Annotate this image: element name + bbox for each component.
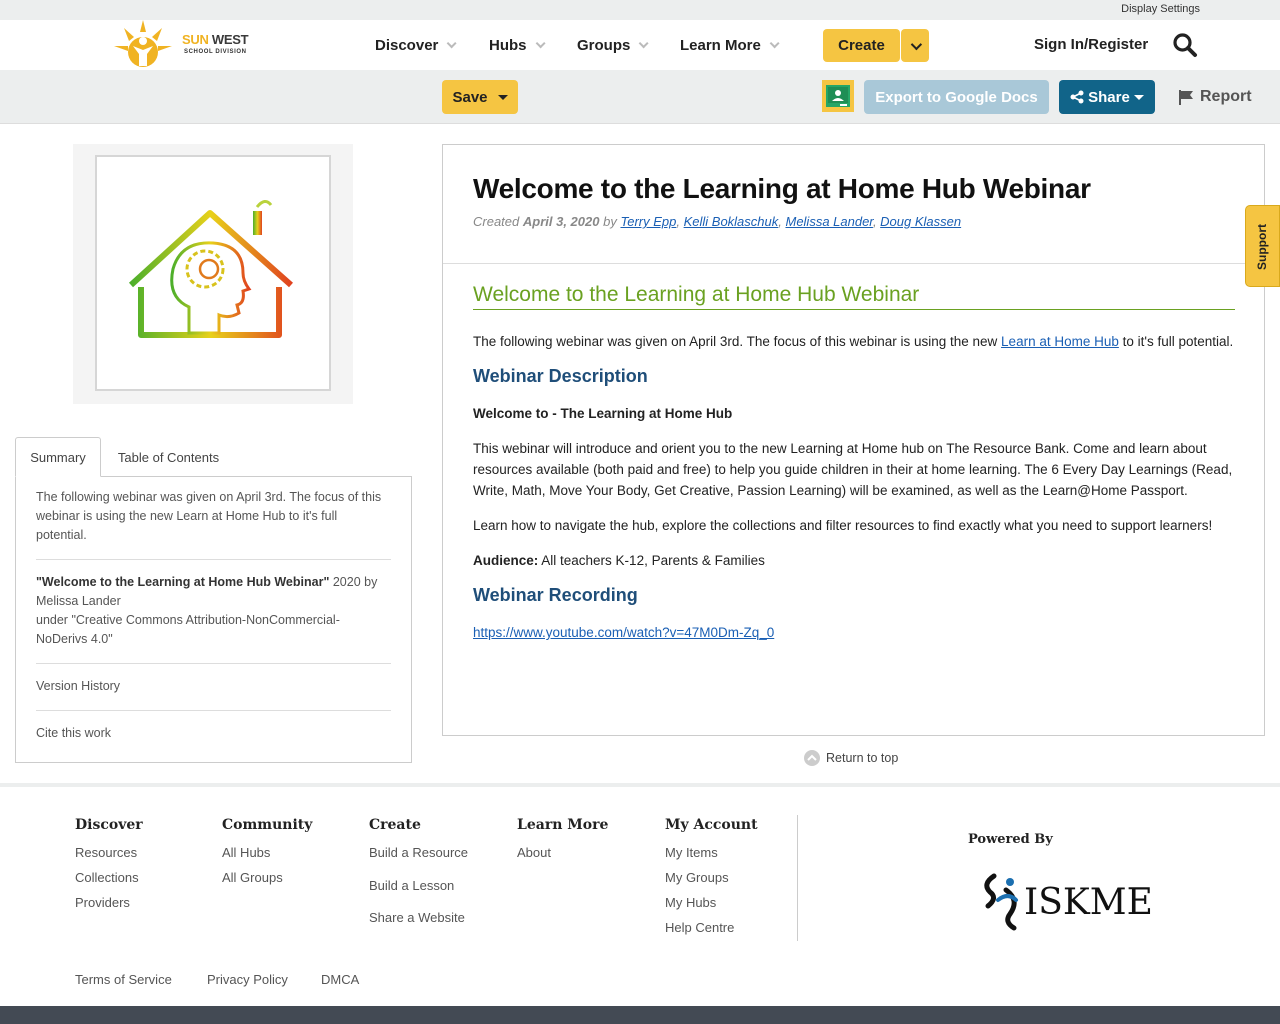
caret-down-icon bbox=[497, 94, 508, 100]
attribution-author: Melissa Lander bbox=[36, 594, 121, 608]
resource-content-panel: Welcome to the Learning at Home Hub Webi… bbox=[442, 144, 1265, 736]
content-heading: Welcome to the Learning at Home Hub Webi… bbox=[473, 283, 1235, 310]
nav-hubs[interactable]: Hubs bbox=[489, 20, 546, 70]
resource-thumbnail bbox=[73, 144, 353, 404]
content-body: The following webinar was given on April… bbox=[473, 331, 1238, 657]
attribution-title: "Welcome to the Learning at Home Hub Web… bbox=[36, 575, 330, 589]
iskme-logo[interactable]: ISKME bbox=[976, 870, 1153, 937]
thumbnail-frame bbox=[95, 155, 331, 391]
chevron-down-icon bbox=[447, 37, 457, 48]
return-to-top-link[interactable]: Return to top bbox=[804, 750, 898, 766]
report-button[interactable]: Report bbox=[1178, 88, 1252, 106]
author-link[interactable]: Kelli Boklaschuk bbox=[684, 214, 779, 229]
version-history-link[interactable]: Version History bbox=[36, 664, 391, 711]
create-dropdown-button[interactable] bbox=[901, 29, 929, 62]
footer-link[interactable]: My Items bbox=[665, 845, 758, 860]
author-link[interactable]: Melissa Lander bbox=[785, 214, 872, 229]
sun-logo-icon bbox=[114, 20, 172, 67]
page-title: Welcome to the Learning at Home Hub Webi… bbox=[473, 173, 1091, 204]
learn-at-home-hub-link[interactable]: Learn at Home Hub bbox=[1001, 334, 1119, 349]
welcome-line: Welcome to - The Learning at Home Hub bbox=[473, 406, 733, 421]
terms-of-service-link[interactable]: Terms of Service bbox=[75, 972, 172, 987]
site-footer: Discover Resources Collections Providers… bbox=[0, 783, 1280, 1006]
footer-link[interactable]: All Hubs bbox=[222, 845, 312, 860]
footer-link[interactable]: Resources bbox=[75, 845, 143, 860]
attribution-license: under "Creative Commons Attribution-NonC… bbox=[36, 613, 340, 646]
powered-by-label: Powered By bbox=[968, 832, 1053, 847]
footer-link[interactable]: My Hubs bbox=[665, 895, 758, 910]
search-icon[interactable] bbox=[1172, 32, 1198, 63]
nav-learn-more[interactable]: Learn More bbox=[680, 20, 780, 70]
save-button[interactable]: Save bbox=[442, 80, 518, 114]
bottom-bar bbox=[0, 1006, 1280, 1024]
logo-wordmark: SUN WEST bbox=[182, 32, 249, 47]
footer-my-account: My Account My Items My Groups My Hubs He… bbox=[665, 817, 758, 935]
author-link[interactable]: Doug Klassen bbox=[880, 214, 961, 229]
tab-table-of-contents[interactable]: Table of Contents bbox=[101, 437, 236, 477]
chevron-down-icon bbox=[910, 38, 923, 50]
sign-in-register-link[interactable]: Sign In/Register bbox=[1034, 36, 1148, 53]
flag-icon bbox=[1179, 90, 1193, 105]
audience-line: Audience: All teachers K-12, Parents & F… bbox=[473, 553, 765, 568]
footer-learn-more: Learn More About bbox=[517, 817, 609, 860]
chevron-up-icon bbox=[804, 750, 820, 766]
description-paragraph: This webinar will introduce and orient y… bbox=[473, 441, 1233, 498]
display-settings-link[interactable]: Display Settings bbox=[1121, 3, 1200, 15]
create-button[interactable]: Create bbox=[823, 29, 900, 62]
detail-tabs: Summary Table of Contents bbox=[15, 437, 412, 477]
resource-toolbar: Save Export to Google Docs Share Report bbox=[0, 70, 1280, 124]
navigate-paragraph: Learn how to navigate the hub, explore t… bbox=[473, 518, 1213, 533]
footer-link[interactable]: Help Centre bbox=[665, 920, 758, 935]
youtube-recording-link[interactable]: https://www.youtube.com/watch?v=47M0Dm-Z… bbox=[473, 625, 774, 640]
summary-panel: The following webinar was given on April… bbox=[15, 476, 412, 763]
recording-heading: Webinar Recording bbox=[473, 585, 638, 605]
site-header: SUN WEST SCHOOL DIVISION Discover Hubs G… bbox=[0, 20, 1280, 70]
privacy-policy-link[interactable]: Privacy Policy bbox=[207, 972, 288, 987]
share-icon bbox=[1070, 90, 1084, 104]
tab-summary[interactable]: Summary bbox=[15, 437, 101, 477]
footer-link[interactable]: All Groups bbox=[222, 870, 312, 885]
nav-groups[interactable]: Groups bbox=[577, 20, 649, 70]
google-classroom-icon[interactable] bbox=[822, 80, 854, 112]
nav-discover[interactable]: Discover bbox=[375, 20, 457, 70]
sun-west-logo[interactable]: SUN WEST SCHOOL DIVISION bbox=[112, 20, 262, 68]
footer-link[interactable]: My Groups bbox=[665, 870, 758, 885]
footer-divider bbox=[797, 815, 798, 941]
attribution-year: 2020 by bbox=[329, 575, 378, 589]
author-link[interactable]: Terry Epp bbox=[620, 214, 676, 229]
footer-link[interactable]: Share a Website bbox=[369, 910, 468, 925]
iskme-wordmark: ISKME bbox=[1024, 882, 1152, 923]
top-utility-bar: Display Settings bbox=[0, 0, 1280, 20]
export-google-docs-button[interactable]: Export to Google Docs bbox=[864, 80, 1049, 114]
created-date: April 3, 2020 bbox=[522, 214, 600, 229]
footer-link[interactable]: About bbox=[517, 845, 608, 860]
share-button[interactable]: Share bbox=[1059, 80, 1155, 114]
cite-this-work-link[interactable]: Cite this work bbox=[36, 711, 391, 757]
chevron-down-icon bbox=[535, 37, 546, 48]
footer-community: Community All Hubs All Groups bbox=[222, 817, 313, 885]
divider bbox=[443, 263, 1264, 264]
logo-subtitle: SCHOOL DIVISION bbox=[184, 49, 247, 55]
description-heading: Webinar Description bbox=[473, 366, 648, 386]
created-byline: Created April 3, 2020 by Terry Epp, Kell… bbox=[473, 214, 962, 229]
footer-create: Create Build a Resource Build a Lesson S… bbox=[369, 817, 468, 925]
support-tab[interactable]: Support bbox=[1245, 205, 1280, 287]
caret-down-icon bbox=[1133, 94, 1144, 100]
footer-link[interactable]: Build a Lesson bbox=[369, 878, 468, 893]
intro-paragraph: The following webinar was given on April… bbox=[473, 334, 1234, 349]
chevron-down-icon bbox=[639, 37, 649, 48]
chevron-down-icon bbox=[769, 37, 780, 48]
footer-link[interactable]: Build a Resource bbox=[369, 845, 468, 860]
dmca-link[interactable]: DMCA bbox=[321, 972, 359, 987]
attribution: "Welcome to the Learning at Home Hub Web… bbox=[36, 560, 391, 664]
summary-description: The following webinar was given on April… bbox=[36, 477, 391, 560]
footer-link[interactable]: Collections bbox=[75, 870, 143, 885]
footer-discover: Discover Resources Collections Providers bbox=[75, 817, 143, 910]
home-brain-illustration bbox=[128, 200, 293, 338]
footer-link[interactable]: Providers bbox=[75, 895, 143, 910]
